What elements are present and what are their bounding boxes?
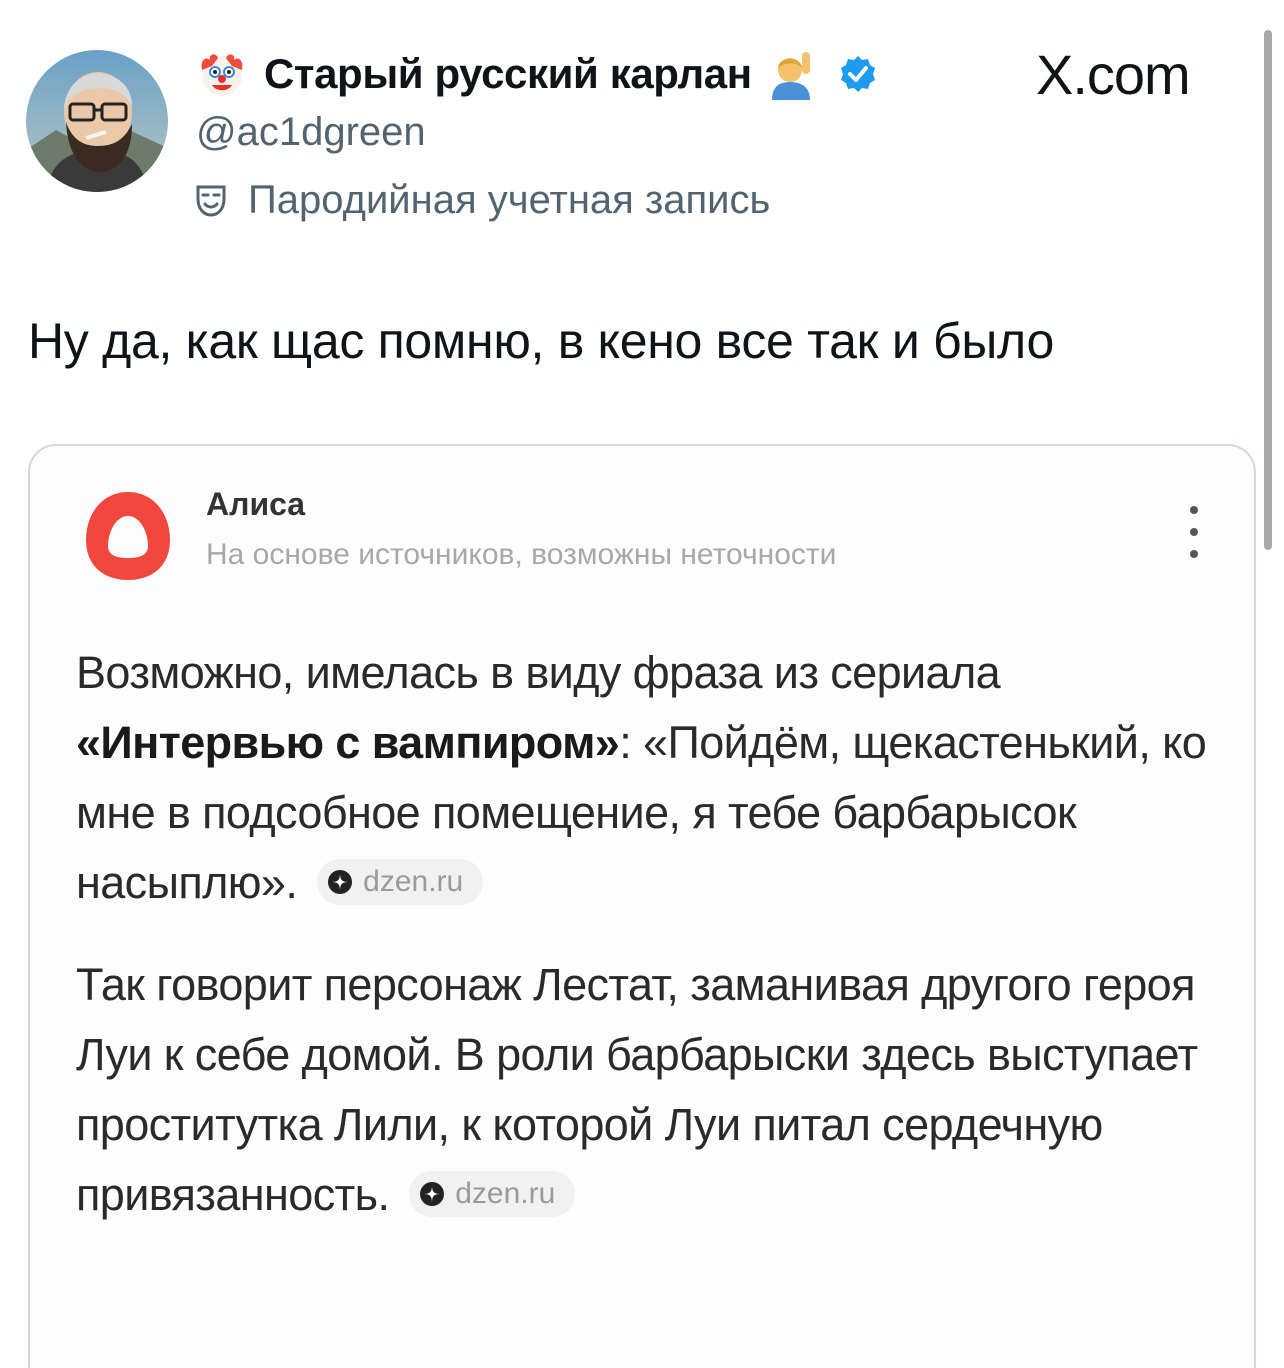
mask-icon xyxy=(196,185,226,217)
answer-intro: Возможно, имелась в виду фраза из сериал… xyxy=(76,647,1001,698)
author-line: Старый русский карлан xyxy=(196,44,878,104)
alice-answer-paragraph-1: Возможно, имелась в виду фраза из сериал… xyxy=(76,638,1236,918)
person-raising-hand-icon xyxy=(771,52,810,100)
parody-label: Пародийная учетная запись xyxy=(196,174,770,226)
alice-name: Алиса xyxy=(206,486,306,522)
avatar[interactable] xyxy=(26,50,168,192)
source-chip[interactable]: dzen.ru xyxy=(409,1171,576,1218)
answer-explanation: Так говорит персонаж Лестат, заманивая д… xyxy=(76,959,1198,1220)
series-title: «Интервью с вампиром» xyxy=(76,717,620,768)
display-name[interactable]: Старый русский карлан xyxy=(264,50,752,98)
tweet-text: Ну да, как щас помню, в кено все так и б… xyxy=(28,313,1054,369)
source-chip-label: dzen.ru xyxy=(363,865,464,899)
alice-answer-paragraph-2: Так говорит персонаж Лестат, заманивая д… xyxy=(76,950,1236,1230)
dzen-icon xyxy=(328,870,353,895)
scrollbar[interactable] xyxy=(1264,30,1272,550)
source-chip[interactable]: dzen.ru xyxy=(317,859,484,906)
user-handle[interactable]: @ac1dgreen xyxy=(196,110,426,155)
source-chip-label: dzen.ru xyxy=(455,1177,556,1211)
more-options-icon[interactable] xyxy=(1188,502,1200,562)
parody-label-text: Пародийная учетная запись xyxy=(248,177,771,222)
dzen-icon xyxy=(420,1182,445,1207)
clown-face-icon xyxy=(201,54,243,96)
verified-badge-icon xyxy=(840,56,875,92)
site-logo: X.com xyxy=(1036,42,1191,106)
tweet-media[interactable]: Алиса На основе источников, возможны нет… xyxy=(28,444,1256,1368)
alice-logo-icon xyxy=(86,492,170,580)
alice-subtitle: На основе источников, возможны неточност… xyxy=(206,538,837,571)
